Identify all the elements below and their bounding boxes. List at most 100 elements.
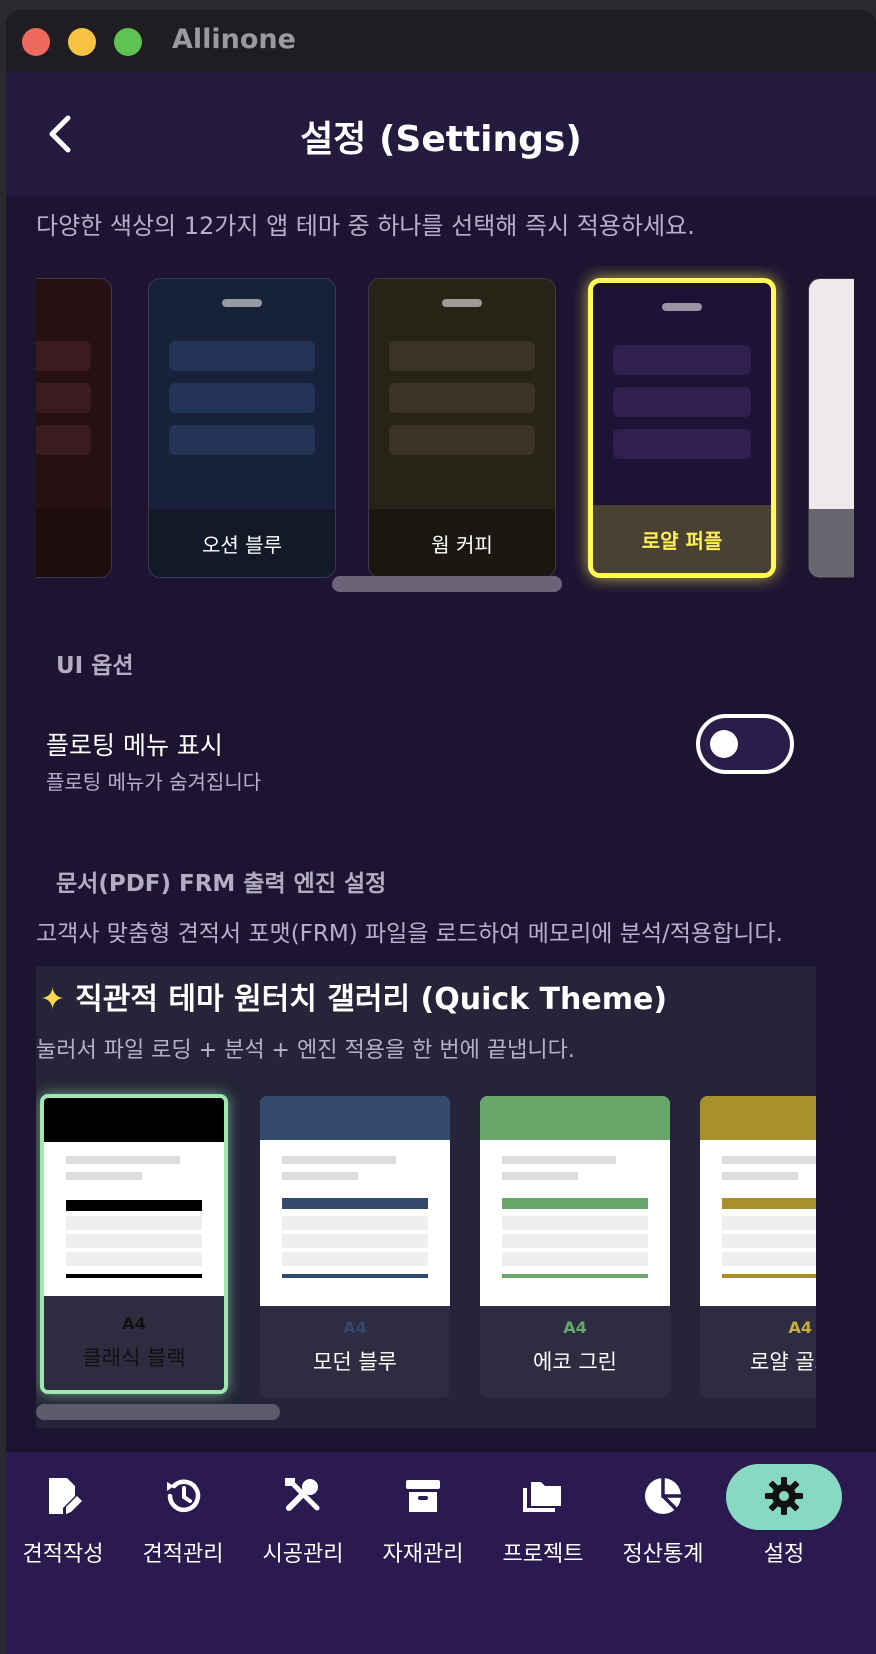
maximize-window-button[interactable]	[114, 28, 142, 56]
doc-theme-royal-gold[interactable]: A4 로얄 골드	[700, 1096, 816, 1398]
floating-menu-title: 플로팅 메뉴 표시	[46, 731, 223, 760]
doc-preview-accent	[282, 1198, 428, 1209]
theme-card-warm-coffee[interactable]: 웜 커피	[368, 278, 556, 578]
theme-card-royal-purple[interactable]: 로얄 퍼플	[588, 278, 776, 578]
doc-preview-row	[282, 1234, 428, 1248]
theme-card-label: 오션 블루	[149, 509, 335, 577]
app-title: Allinone	[172, 24, 296, 55]
doc-preview-accent	[722, 1274, 816, 1278]
nav-item-construction[interactable]: 시공관리	[248, 1474, 358, 1584]
doc-size-badge: A4	[343, 1318, 367, 1337]
page-title: 설정 (Settings)	[300, 119, 582, 160]
page-header: 설정 (Settings)	[6, 72, 876, 196]
doc-preview-accent	[66, 1274, 202, 1278]
doc-preview	[700, 1096, 816, 1306]
theme-preview-bar	[613, 429, 751, 459]
doc-preview-header	[44, 1098, 224, 1142]
doc-size-badge: A4	[122, 1314, 146, 1333]
doc-preview-row	[66, 1234, 202, 1248]
doc-preview	[480, 1096, 670, 1306]
doc-preview-row	[722, 1234, 816, 1248]
close-window-button[interactable]	[22, 28, 50, 56]
theme-card-label: 드	[36, 509, 111, 577]
tools-icon	[285, 1478, 320, 1511]
doc-preview-row	[502, 1252, 648, 1266]
theme-preview-bar	[169, 383, 315, 413]
doc-theme-name: 에코 그린	[533, 1350, 617, 1374]
sparkle-star-icon: ✦	[40, 982, 66, 1017]
nav-label: 정산통계	[622, 1542, 704, 1567]
nav-item-materials[interactable]: 자재관리	[368, 1474, 478, 1584]
theme-carousel-scrollbar[interactable]	[332, 576, 562, 592]
doc-theme-eco-green[interactable]: A4 에코 그린	[480, 1096, 670, 1398]
theme-card-red[interactable]: 드	[36, 278, 112, 578]
doc-preview-line	[66, 1156, 180, 1164]
nav-label: 견적작성	[22, 1542, 104, 1567]
doc-size-badge: A4	[788, 1318, 812, 1337]
nav-item-projects[interactable]: 프로젝트	[488, 1474, 598, 1584]
minimize-window-button[interactable]	[68, 28, 96, 56]
nav-label: 시공관리	[262, 1542, 344, 1567]
doc-preview-line	[722, 1172, 798, 1180]
doc-preview	[44, 1098, 224, 1296]
doc-preview-row	[502, 1216, 648, 1230]
theme-carousel[interactable]: 드 오션 블루 웜 커피 로얄 퍼플	[36, 266, 854, 600]
doc-preview-line	[66, 1172, 142, 1180]
doc-theme-classic-black[interactable]: A4 클래식 블랙	[40, 1094, 228, 1394]
bottom-navigation: 견적작성 견적관리 시공관리 자재관리 프로젝트 정산통계 설정	[6, 1452, 876, 1654]
ui-options-heading: UI 옵션	[56, 653, 134, 679]
doc-preview-row	[282, 1252, 428, 1266]
doc-preview-header	[480, 1096, 670, 1140]
nav-item-statistics[interactable]: 정산통계	[608, 1474, 718, 1584]
doc-preview-accent	[722, 1198, 816, 1209]
nav-item-quote-manage[interactable]: 견적관리	[128, 1474, 238, 1584]
theme-preview-bar	[36, 425, 91, 455]
doc-preview-line	[502, 1172, 578, 1180]
theme-preview-bar	[613, 387, 751, 417]
doc-preview-accent	[282, 1274, 428, 1278]
doc-preview-line	[282, 1156, 396, 1164]
nav-label: 설정	[763, 1542, 805, 1567]
floating-menu-toggle[interactable]	[696, 714, 794, 774]
pdf-engine-heading: 문서(PDF) FRM 출력 엔진 설정	[56, 871, 387, 897]
doc-preview-row	[66, 1216, 202, 1230]
title-bar: Allinone	[6, 10, 876, 72]
history-icon	[167, 1479, 201, 1513]
doc-theme-name: 클래식 블랙	[82, 1346, 186, 1370]
theme-preview-bar	[389, 341, 535, 371]
doc-preview-accent	[66, 1200, 202, 1211]
edit-document-icon	[49, 1478, 82, 1514]
theme-card-next[interactable]	[808, 278, 854, 578]
nav-item-quote-create[interactable]: 견적작성	[8, 1474, 118, 1584]
doc-theme-modern-blue[interactable]: A4 모던 블루	[260, 1096, 450, 1398]
pie-chart-icon	[645, 1478, 681, 1514]
floating-menu-subtitle: 플로팅 메뉴가 숨겨집니다	[46, 770, 262, 794]
doc-preview-line	[722, 1156, 816, 1164]
nav-label: 자재관리	[382, 1542, 464, 1567]
nav-item-settings[interactable]: 설정	[724, 1464, 844, 1584]
theme-preview-notch	[662, 303, 702, 311]
quick-theme-gallery: ✦ 직관적 테마 원터치 갤러리 (Quick Theme) 눌러서 파일 로딩 …	[36, 966, 816, 1428]
theme-preview-notch	[222, 299, 262, 307]
theme-preview-bar	[389, 383, 535, 413]
gallery-title: ✦ 직관적 테마 원터치 갤러리 (Quick Theme)	[40, 974, 667, 1018]
gallery-description: 눌러서 파일 로딩 + 분석 + 엔진 적용을 한 번에 끝냅니다.	[36, 1038, 575, 1063]
doc-preview-line	[282, 1172, 358, 1180]
theme-preview-bar	[389, 425, 535, 455]
theme-preview-notch	[442, 299, 482, 307]
gear-icon	[765, 1477, 803, 1515]
doc-preview-row	[282, 1216, 428, 1230]
theme-card-label	[809, 509, 854, 577]
theme-preview-bar	[169, 425, 315, 455]
theme-preview-bar	[613, 345, 751, 375]
nav-label: 견적관리	[142, 1542, 224, 1567]
doc-preview-line	[502, 1156, 616, 1164]
theme-preview-bar	[169, 341, 315, 371]
doc-size-badge: A4	[563, 1318, 587, 1337]
theme-card-ocean-blue[interactable]: 오션 블루	[148, 278, 336, 578]
doc-preview-row	[722, 1216, 816, 1230]
gallery-scrollbar[interactable]	[36, 1404, 280, 1420]
doc-preview-accent	[502, 1274, 648, 1278]
theme-description: 다양한 색상의 12가지 앱 테마 중 하나를 선택해 즉시 적용하세요.	[36, 212, 695, 240]
doc-preview-row	[722, 1252, 816, 1266]
